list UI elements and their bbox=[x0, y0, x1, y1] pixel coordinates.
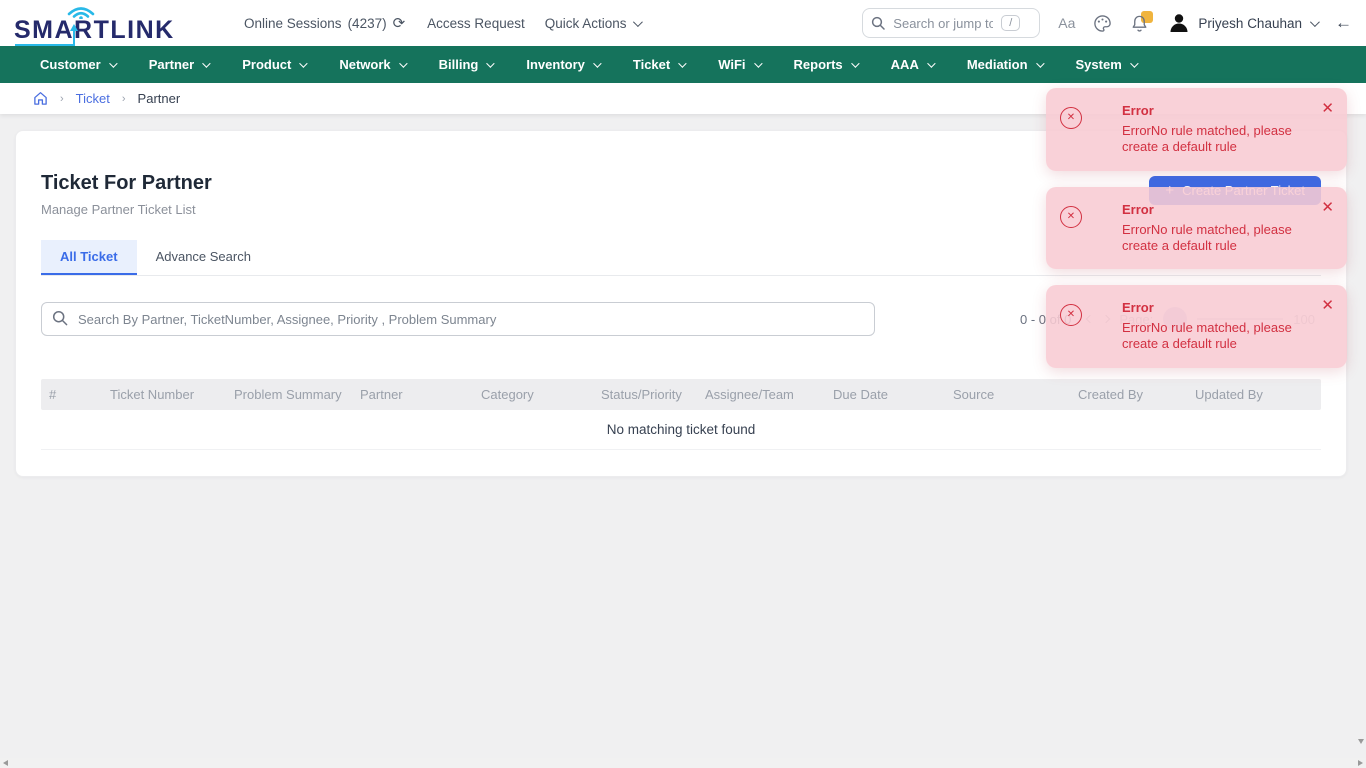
nav-item-wifi[interactable]: WiFi bbox=[718, 57, 759, 72]
theme-palette-icon[interactable] bbox=[1093, 14, 1112, 33]
notifications-bell-icon[interactable] bbox=[1130, 13, 1150, 33]
global-search-input[interactable] bbox=[893, 16, 993, 31]
access-request-link[interactable]: Access Request bbox=[427, 16, 525, 31]
nav-item-partner[interactable]: Partner bbox=[149, 57, 209, 72]
back-arrow-icon[interactable]: ← bbox=[1335, 13, 1352, 33]
search-icon bbox=[871, 16, 885, 30]
toast-message: ErrorNo rule matched, please create a de… bbox=[1122, 222, 1313, 255]
chevron-down-icon bbox=[487, 59, 495, 67]
error-toast: ✕ Error ErrorNo rule matched, please cre… bbox=[1046, 187, 1347, 270]
close-icon[interactable]: ✕ bbox=[1321, 200, 1334, 215]
toast-message: ErrorNo rule matched, please create a de… bbox=[1122, 320, 1313, 353]
chevron-down-icon bbox=[109, 59, 117, 67]
col-partner: Partner bbox=[352, 387, 473, 402]
scroll-right-icon[interactable] bbox=[1358, 760, 1363, 766]
tab-advance-search[interactable]: Advance Search bbox=[137, 240, 270, 275]
breadcrumb-separator: › bbox=[60, 93, 64, 105]
nav-item-product[interactable]: Product bbox=[242, 57, 305, 72]
text-size-toggle[interactable]: Aa bbox=[1058, 15, 1075, 31]
chevron-down-icon bbox=[851, 59, 859, 67]
main-nav: Customer Partner Product Network Billing… bbox=[0, 46, 1366, 83]
chevron-down-icon bbox=[678, 59, 686, 67]
ticket-search-input[interactable] bbox=[41, 302, 875, 336]
error-toast: ✕ Error ErrorNo rule matched, please cre… bbox=[1046, 285, 1347, 368]
horizontal-scrollbar[interactable] bbox=[0, 758, 1366, 768]
nav-item-mediation[interactable]: Mediation bbox=[967, 57, 1042, 72]
col-due-date: Due Date bbox=[825, 387, 945, 402]
home-icon[interactable] bbox=[33, 91, 48, 106]
logo-underline bbox=[14, 21, 182, 47]
nav-item-inventory[interactable]: Inventory bbox=[526, 57, 599, 72]
quick-actions-menu[interactable]: Quick Actions bbox=[545, 16, 640, 31]
close-icon[interactable]: ✕ bbox=[1321, 298, 1334, 313]
nav-item-aaa[interactable]: AAA bbox=[891, 57, 933, 72]
online-sessions-count: (4237) bbox=[348, 16, 387, 31]
toast-title: Error bbox=[1122, 103, 1313, 118]
chevron-down-icon bbox=[202, 59, 210, 67]
error-circle-icon: ✕ bbox=[1060, 206, 1082, 228]
nav-item-network[interactable]: Network bbox=[339, 57, 404, 72]
scroll-left-icon[interactable] bbox=[3, 760, 8, 766]
col-status-priority: Status/Priority bbox=[593, 387, 697, 402]
tab-all-ticket[interactable]: All Ticket bbox=[41, 240, 137, 275]
user-menu[interactable]: Priyesh Chauhan bbox=[1168, 12, 1317, 34]
col-updated-by: Updated By bbox=[1187, 387, 1321, 402]
shortcut-badge: / bbox=[1001, 15, 1020, 31]
col-ticket-number: Ticket Number bbox=[102, 387, 226, 402]
col-created-by: Created By bbox=[1070, 387, 1187, 402]
ticket-search bbox=[41, 302, 875, 336]
chevron-down-icon bbox=[927, 59, 935, 67]
refresh-icon[interactable]: ⟳ bbox=[393, 14, 406, 32]
breadcrumb-separator: › bbox=[122, 93, 126, 105]
chevron-down-icon bbox=[632, 17, 642, 27]
avatar-icon bbox=[1168, 12, 1190, 34]
close-icon[interactable]: ✕ bbox=[1321, 101, 1334, 116]
toast-message: ErrorNo rule matched, please create a de… bbox=[1122, 123, 1313, 156]
chevron-down-icon bbox=[754, 59, 762, 67]
smartlink-logo[interactable]: SMARTLINK bbox=[14, 3, 182, 43]
error-circle-icon: ✕ bbox=[1060, 304, 1082, 326]
nav-item-system[interactable]: System bbox=[1076, 57, 1136, 72]
online-sessions-label: Online Sessions bbox=[244, 16, 342, 31]
ticket-table: # Ticket Number Problem Summary Partner … bbox=[41, 379, 1321, 450]
nav-item-ticket[interactable]: Ticket bbox=[633, 57, 684, 72]
breadcrumb-partner: Partner bbox=[138, 91, 181, 106]
col-source: Source bbox=[945, 387, 1070, 402]
chevron-down-icon bbox=[1310, 17, 1320, 27]
col-index: # bbox=[41, 387, 102, 402]
chevron-down-icon bbox=[1130, 59, 1138, 67]
search-icon bbox=[52, 310, 68, 326]
table-header-row: # Ticket Number Problem Summary Partner … bbox=[41, 379, 1321, 410]
col-problem-summary: Problem Summary bbox=[226, 387, 352, 402]
online-sessions: Online Sessions (4237) ⟳ bbox=[244, 14, 405, 32]
wifi-icon bbox=[64, 1, 98, 19]
col-assignee-team: Assignee/Team bbox=[697, 387, 825, 402]
global-search[interactable]: / bbox=[862, 8, 1040, 38]
toast-stack: ✕ Error ErrorNo rule matched, please cre… bbox=[1046, 88, 1347, 368]
error-circle-icon: ✕ bbox=[1060, 107, 1082, 129]
nav-item-reports[interactable]: Reports bbox=[794, 57, 857, 72]
user-name: Priyesh Chauhan bbox=[1198, 16, 1302, 31]
chevron-down-icon bbox=[399, 59, 407, 67]
error-toast: ✕ Error ErrorNo rule matched, please cre… bbox=[1046, 88, 1347, 171]
toast-title: Error bbox=[1122, 202, 1313, 217]
breadcrumb-ticket[interactable]: Ticket bbox=[76, 91, 110, 106]
vertical-scrollbar[interactable] bbox=[1356, 46, 1366, 758]
nav-item-billing[interactable]: Billing bbox=[439, 57, 493, 72]
chevron-down-icon bbox=[1036, 59, 1044, 67]
chevron-down-icon bbox=[593, 59, 601, 67]
scroll-down-icon[interactable] bbox=[1358, 739, 1364, 744]
empty-state-message: No matching ticket found bbox=[41, 410, 1321, 450]
nav-item-customer[interactable]: Customer bbox=[40, 57, 115, 72]
toast-title: Error bbox=[1122, 300, 1313, 315]
col-category: Category bbox=[473, 387, 593, 402]
chevron-down-icon bbox=[300, 59, 308, 67]
top-header: SMARTLINK Online Sessions (4237) ⟳ Acces… bbox=[0, 0, 1366, 46]
